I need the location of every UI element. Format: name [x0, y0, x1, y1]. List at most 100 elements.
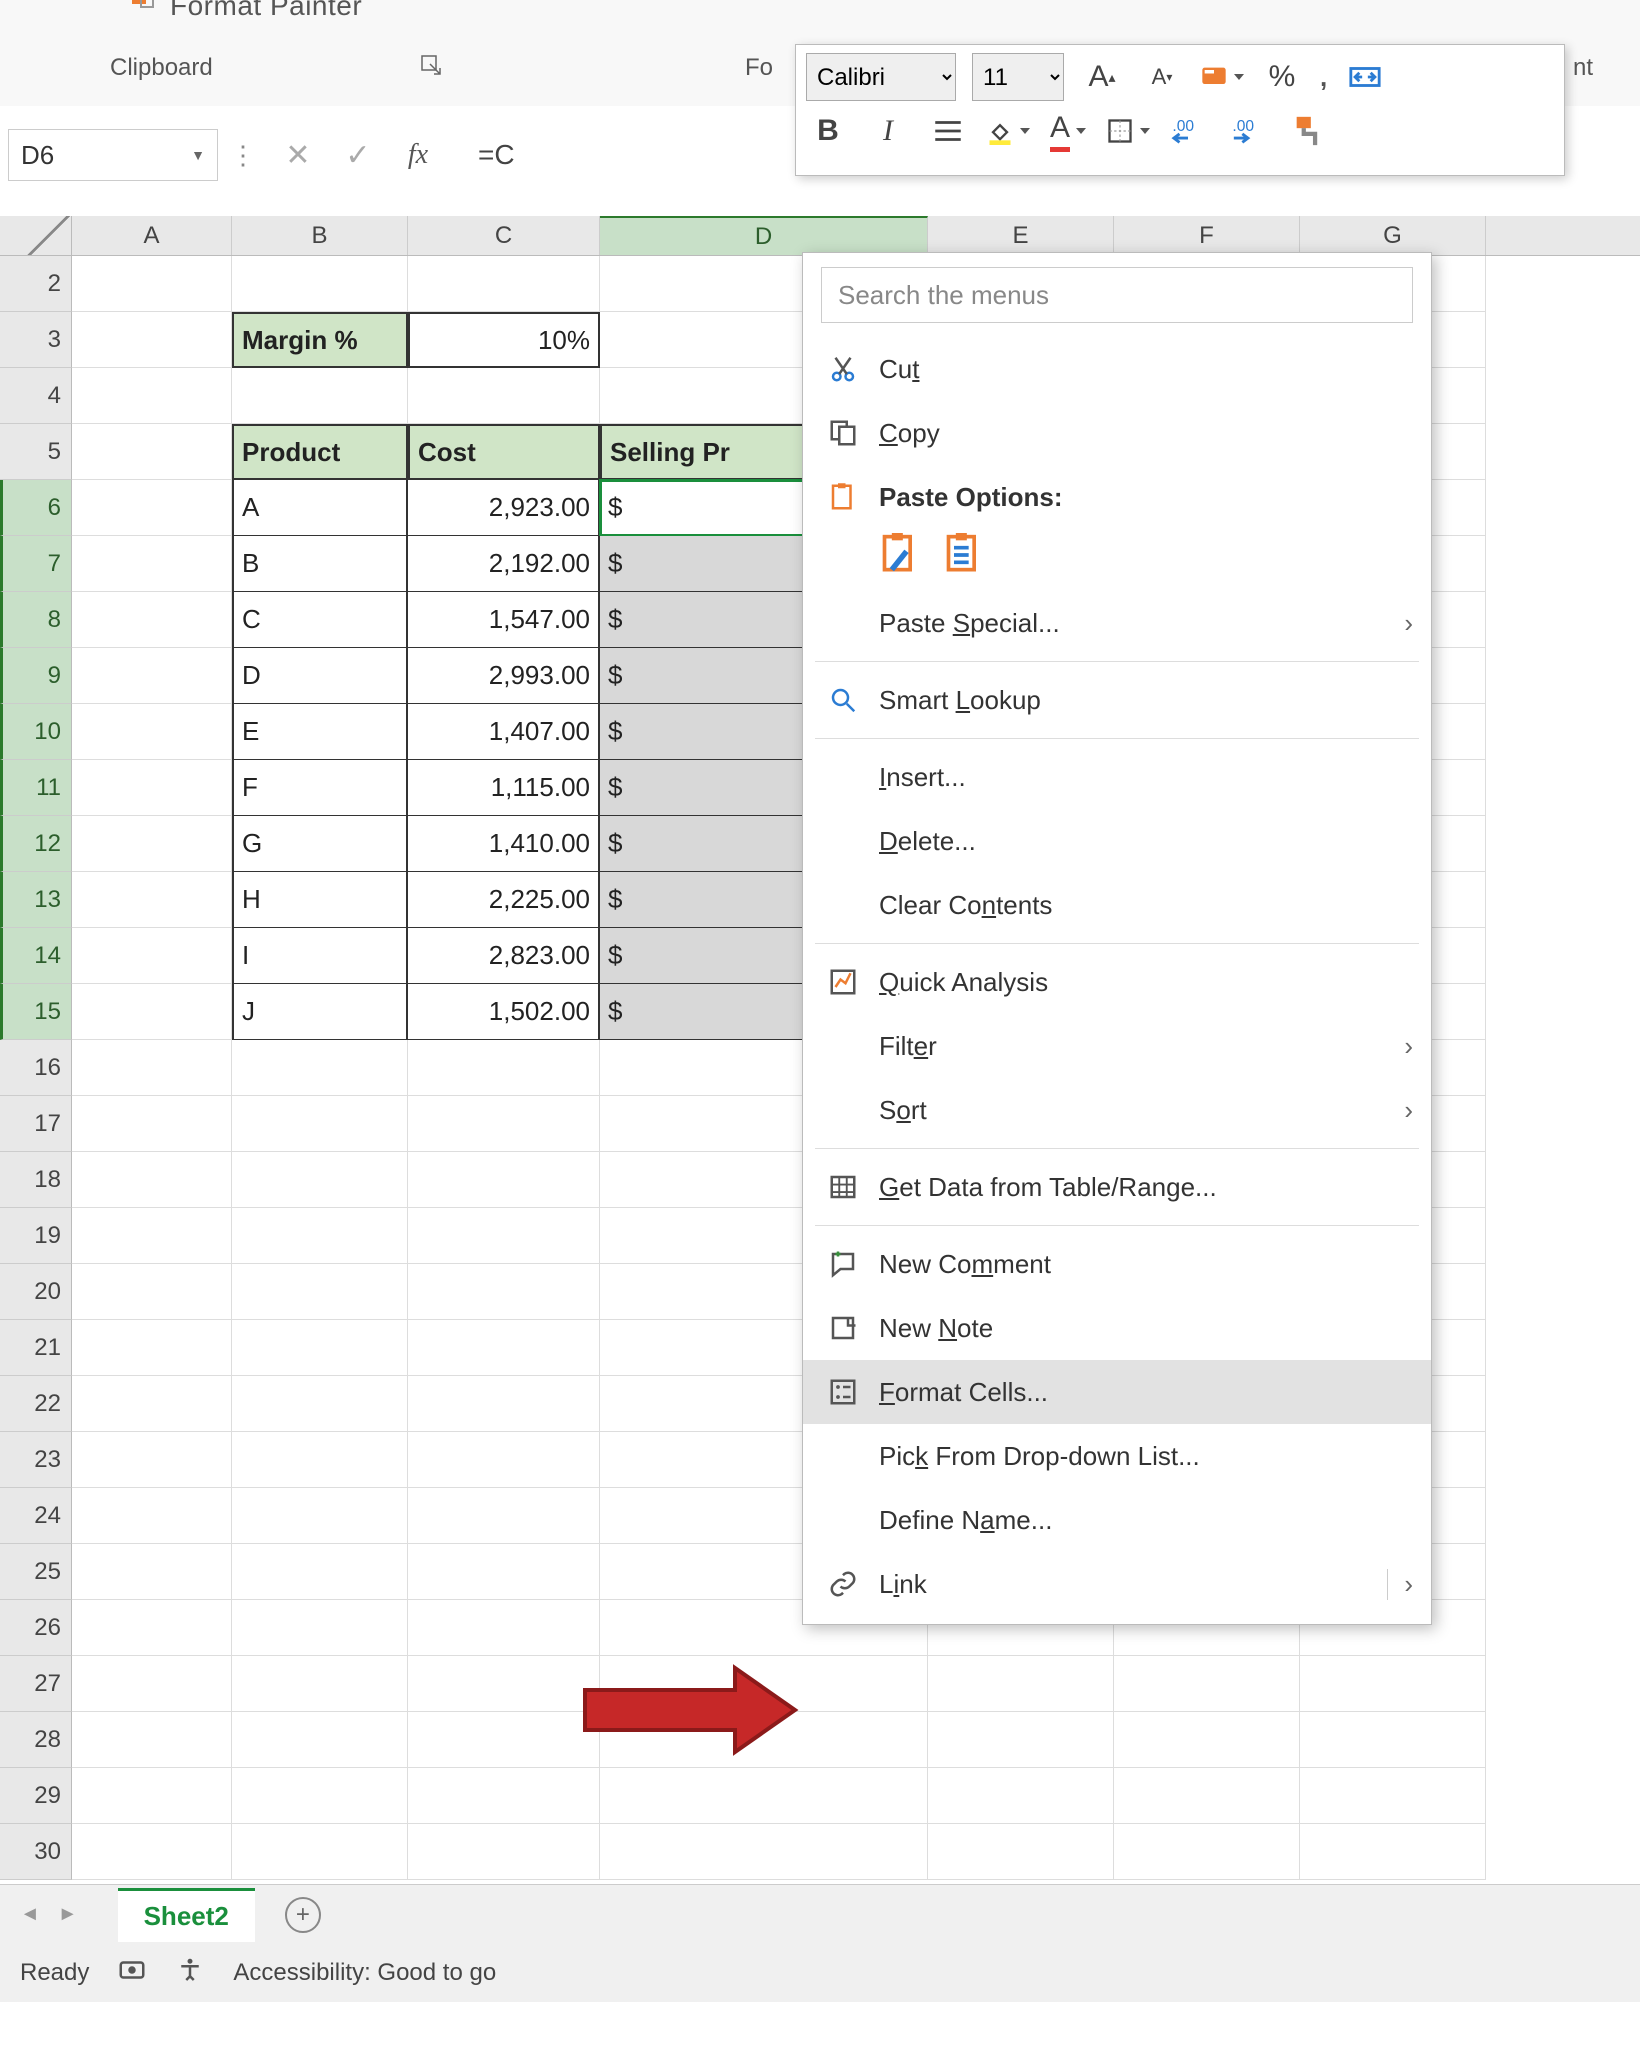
cell-B13[interactable]: H [232, 872, 408, 928]
cell-A10[interactable] [72, 704, 232, 760]
add-sheet-button[interactable]: + [285, 1897, 321, 1933]
cell-C7[interactable]: 2,192.00 [408, 536, 600, 592]
cell-D30[interactable] [600, 1824, 928, 1880]
cell-A27[interactable] [72, 1656, 232, 1712]
cell-B7[interactable]: B [232, 536, 408, 592]
cell-B22[interactable] [232, 1376, 408, 1432]
row-header-15[interactable]: 15 [0, 984, 72, 1040]
align-icon[interactable] [926, 109, 970, 153]
cell-G29[interactable] [1300, 1768, 1486, 1824]
cell-B3[interactable]: Margin % [232, 312, 408, 368]
cell-C5[interactable]: Cost [408, 424, 600, 480]
cell-A22[interactable] [72, 1376, 232, 1432]
cell-C6[interactable]: 2,923.00 [408, 480, 600, 536]
insert-function-button[interactable]: fx [388, 129, 448, 181]
borders-icon[interactable] [1106, 109, 1150, 153]
row-header-19[interactable]: 19 [0, 1208, 72, 1264]
cell-A18[interactable] [72, 1152, 232, 1208]
cell-C14[interactable]: 2,823.00 [408, 928, 600, 984]
name-box-dropdown-icon[interactable]: ▼ [191, 147, 205, 163]
row-header-20[interactable]: 20 [0, 1264, 72, 1320]
cell-C24[interactable] [408, 1488, 600, 1544]
menu-new-note[interactable]: New Note [803, 1296, 1431, 1360]
font-family-select[interactable]: Calibri [806, 53, 956, 101]
cell-C2[interactable] [408, 256, 600, 312]
increase-font-icon[interactable]: A▴ [1080, 55, 1124, 99]
cell-C11[interactable]: 1,115.00 [408, 760, 600, 816]
cell-D29[interactable] [600, 1768, 928, 1824]
cell-G28[interactable] [1300, 1712, 1486, 1768]
fill-color-icon[interactable] [986, 109, 1030, 153]
conditional-formatting-icon[interactable] [1200, 55, 1244, 99]
row-header-17[interactable]: 17 [0, 1096, 72, 1152]
row-header-14[interactable]: 14 [0, 928, 72, 984]
col-header-B[interactable]: B [232, 216, 408, 255]
cell-B14[interactable]: I [232, 928, 408, 984]
row-header-12[interactable]: 12 [0, 816, 72, 872]
cell-B24[interactable] [232, 1488, 408, 1544]
cell-A24[interactable] [72, 1488, 232, 1544]
cell-E27[interactable] [928, 1656, 1114, 1712]
row-header-27[interactable]: 27 [0, 1656, 72, 1712]
cell-G27[interactable] [1300, 1656, 1486, 1712]
row-header-8[interactable]: 8 [0, 592, 72, 648]
menu-define-name[interactable]: Define Name... [803, 1488, 1431, 1552]
cell-A17[interactable] [72, 1096, 232, 1152]
font-size-select[interactable]: 11 [972, 53, 1064, 101]
menu-insert[interactable]: Insert... [803, 745, 1431, 809]
cell-A2[interactable] [72, 256, 232, 312]
paste-values-button[interactable] [943, 533, 987, 577]
row-header-6[interactable]: 6 [0, 480, 72, 536]
decrease-decimal-icon[interactable]: .00 [1226, 109, 1270, 153]
cell-A7[interactable] [72, 536, 232, 592]
cell-A6[interactable] [72, 480, 232, 536]
cell-B25[interactable] [232, 1544, 408, 1600]
menu-pick-list[interactable]: Pick From Drop-down List... [803, 1424, 1431, 1488]
cell-A3[interactable] [72, 312, 232, 368]
menu-smart-lookup[interactable]: Smart Lookup [803, 668, 1431, 732]
format-painter-label[interactable]: Format Painter [170, 0, 362, 22]
cell-A11[interactable] [72, 760, 232, 816]
cell-A29[interactable] [72, 1768, 232, 1824]
cell-B26[interactable] [232, 1600, 408, 1656]
row-header-5[interactable]: 5 [0, 424, 72, 480]
row-header-10[interactable]: 10 [0, 704, 72, 760]
tab-nav-next-icon[interactable]: ► [58, 1903, 78, 1926]
col-header-F[interactable]: F [1114, 216, 1300, 255]
cell-C15[interactable]: 1,502.00 [408, 984, 600, 1040]
menu-filter[interactable]: Filter› [803, 1014, 1431, 1078]
cell-G30[interactable] [1300, 1824, 1486, 1880]
row-header-16[interactable]: 16 [0, 1040, 72, 1096]
cell-C10[interactable]: 1,407.00 [408, 704, 600, 760]
cell-C27[interactable] [408, 1656, 600, 1712]
cell-A12[interactable] [72, 816, 232, 872]
cell-C4[interactable] [408, 368, 600, 424]
cell-F28[interactable] [1114, 1712, 1300, 1768]
menu-get-data[interactable]: Get Data from Table/Range... [803, 1155, 1431, 1219]
cell-C8[interactable]: 1,547.00 [408, 592, 600, 648]
row-header-21[interactable]: 21 [0, 1320, 72, 1376]
decrease-font-icon[interactable]: A▾ [1140, 55, 1184, 99]
cell-B8[interactable]: C [232, 592, 408, 648]
row-header-3[interactable]: 3 [0, 312, 72, 368]
percent-icon[interactable]: % [1260, 55, 1304, 99]
col-header-G[interactable]: G [1300, 216, 1486, 255]
menu-new-comment[interactable]: New Comment [803, 1232, 1431, 1296]
cell-B10[interactable]: E [232, 704, 408, 760]
cell-C17[interactable] [408, 1096, 600, 1152]
cell-A26[interactable] [72, 1600, 232, 1656]
format-painter-mini-icon[interactable] [1286, 109, 1330, 153]
cell-C29[interactable] [408, 1768, 600, 1824]
tab-nav-prev-icon[interactable]: ◄ [20, 1903, 40, 1926]
cell-C16[interactable] [408, 1040, 600, 1096]
cell-C9[interactable]: 2,993.00 [408, 648, 600, 704]
comma-style-icon[interactable]: , [1320, 62, 1327, 93]
cell-A21[interactable] [72, 1320, 232, 1376]
row-header-18[interactable]: 18 [0, 1152, 72, 1208]
merge-center-icon[interactable] [1343, 55, 1387, 99]
cell-B4[interactable] [232, 368, 408, 424]
cell-A28[interactable] [72, 1712, 232, 1768]
cell-A14[interactable] [72, 928, 232, 984]
cell-C18[interactable] [408, 1152, 600, 1208]
cell-E30[interactable] [928, 1824, 1114, 1880]
